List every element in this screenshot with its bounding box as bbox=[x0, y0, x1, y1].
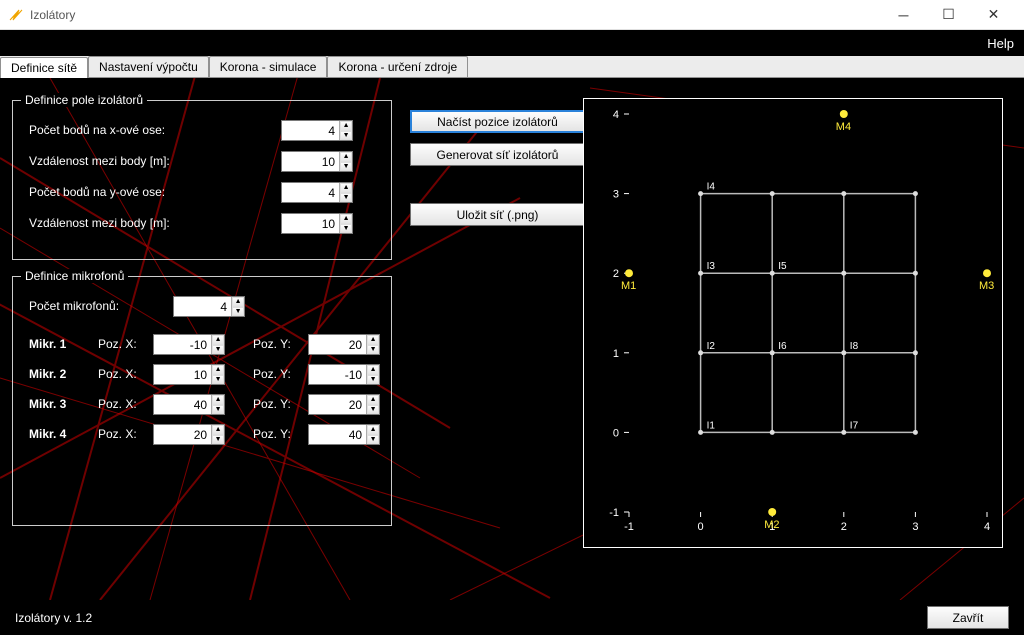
close-window-button[interactable]: ✕ bbox=[971, 0, 1016, 30]
tab-corona-source[interactable]: Korona - určení zdroje bbox=[327, 56, 468, 77]
input-mic1-y[interactable]: ▲▼ bbox=[308, 334, 380, 355]
svg-text:4: 4 bbox=[984, 521, 990, 533]
label-x-points: Počet bodů na x-ové ose: bbox=[29, 123, 165, 137]
tab-corona-simulation[interactable]: Korona - simulace bbox=[209, 56, 328, 77]
svg-text:0: 0 bbox=[698, 521, 704, 533]
save-png-button[interactable]: Uložit síť (.png) bbox=[410, 203, 585, 226]
label-mic-3: Mikr. 3 bbox=[29, 397, 66, 411]
footer: Izolátory v. 1.2 Zavřít bbox=[0, 600, 1024, 635]
svg-text:I4: I4 bbox=[707, 182, 716, 193]
svg-text:I8: I8 bbox=[850, 341, 859, 352]
label-mic-1: Mikr. 1 bbox=[29, 337, 66, 351]
input-mic2-y[interactable]: ▲▼ bbox=[308, 364, 380, 385]
input-x-distance[interactable]: ▲▼ bbox=[281, 151, 353, 172]
input-mic1-x[interactable]: ▲▼ bbox=[153, 334, 225, 355]
input-mic4-y[interactable]: ▲▼ bbox=[308, 424, 380, 445]
svg-text:2: 2 bbox=[841, 521, 847, 533]
svg-text:-1: -1 bbox=[624, 521, 634, 533]
svg-text:2: 2 bbox=[613, 268, 619, 280]
tab-bar: Definice sítě Nastavení výpočtu Korona -… bbox=[0, 56, 1024, 78]
main-area: Definice pole izolátorů Počet bodů na x-… bbox=[0, 78, 1024, 600]
svg-text:I3: I3 bbox=[707, 261, 716, 272]
label-y-points: Počet bodů na y-ové ose: bbox=[29, 185, 165, 199]
input-y-points[interactable]: ▲▼ bbox=[281, 182, 353, 203]
svg-text:1: 1 bbox=[613, 348, 619, 360]
svg-text:I2: I2 bbox=[707, 341, 716, 352]
minimize-button[interactable]: ─ bbox=[881, 0, 926, 30]
svg-text:M2: M2 bbox=[764, 519, 779, 531]
label-mic-count: Počet mikrofonů: bbox=[29, 299, 119, 313]
svg-text:0: 0 bbox=[613, 427, 619, 439]
app-icon bbox=[8, 7, 24, 23]
close-button[interactable]: Zavřít bbox=[927, 606, 1009, 629]
svg-text:M1: M1 bbox=[621, 280, 636, 292]
group-microphones: Definice mikrofonů Počet mikrofonů: ▲▼ M… bbox=[12, 276, 392, 526]
label-mic4-posy: Poz. Y: bbox=[253, 427, 291, 441]
svg-text:-1: -1 bbox=[609, 507, 619, 519]
tab-calculation-settings[interactable]: Nastavení výpočtu bbox=[88, 56, 209, 77]
network-plot: -101234-101234I1I2I3I4I5I6I7I8M1M2M3M4 bbox=[583, 98, 1003, 548]
group-isolators-legend: Definice pole izolátorů bbox=[21, 93, 147, 107]
group-microphones-legend: Definice mikrofonů bbox=[21, 269, 128, 283]
svg-text:I6: I6 bbox=[778, 341, 787, 352]
svg-text:I7: I7 bbox=[850, 420, 859, 431]
label-y-distance: Vzdálenost mezi body [m]: bbox=[29, 216, 170, 230]
label-mic-2: Mikr. 2 bbox=[29, 367, 66, 381]
svg-text:I1: I1 bbox=[707, 420, 716, 431]
svg-text:M4: M4 bbox=[836, 121, 851, 133]
label-mic1-posy: Poz. Y: bbox=[253, 337, 291, 351]
label-mic3-posy: Poz. Y: bbox=[253, 397, 291, 411]
svg-text:3: 3 bbox=[613, 189, 619, 201]
title-bar: Izolátory ─ ☐ ✕ bbox=[0, 0, 1024, 30]
tab-network-definition[interactable]: Definice sítě bbox=[0, 57, 88, 78]
generate-grid-button[interactable]: Generovat síť izolátorů bbox=[410, 143, 585, 166]
input-mic4-x[interactable]: ▲▼ bbox=[153, 424, 225, 445]
label-mic4-posx: Poz. X: bbox=[98, 427, 137, 441]
label-mic2-posy: Poz. Y: bbox=[253, 367, 291, 381]
menu-bar: Help bbox=[0, 30, 1024, 56]
input-mic3-x[interactable]: ▲▼ bbox=[153, 394, 225, 415]
label-x-distance: Vzdálenost mezi body [m]: bbox=[29, 154, 170, 168]
input-mic-count[interactable]: ▲▼ bbox=[173, 296, 245, 317]
svg-text:M3: M3 bbox=[979, 280, 994, 292]
label-mic3-posx: Poz. X: bbox=[98, 397, 137, 411]
svg-text:I5: I5 bbox=[778, 261, 787, 272]
input-mic3-y[interactable]: ▲▼ bbox=[308, 394, 380, 415]
maximize-button[interactable]: ☐ bbox=[926, 0, 971, 30]
svg-text:3: 3 bbox=[912, 521, 918, 533]
load-isolators-button[interactable]: Načíst pozice izolátorů bbox=[410, 110, 585, 133]
label-mic2-posx: Poz. X: bbox=[98, 367, 137, 381]
input-x-points[interactable]: ▲▼ bbox=[281, 120, 353, 141]
label-mic-4: Mikr. 4 bbox=[29, 427, 66, 441]
group-isolators: Definice pole izolátorů Počet bodů na x-… bbox=[12, 100, 392, 260]
label-mic1-posx: Poz. X: bbox=[98, 337, 137, 351]
input-mic2-x[interactable]: ▲▼ bbox=[153, 364, 225, 385]
help-menu[interactable]: Help bbox=[987, 36, 1014, 51]
window-title: Izolátory bbox=[30, 8, 881, 22]
version-label: Izolátory v. 1.2 bbox=[15, 611, 927, 625]
input-y-distance[interactable]: ▲▼ bbox=[281, 213, 353, 234]
svg-text:4: 4 bbox=[613, 109, 619, 121]
